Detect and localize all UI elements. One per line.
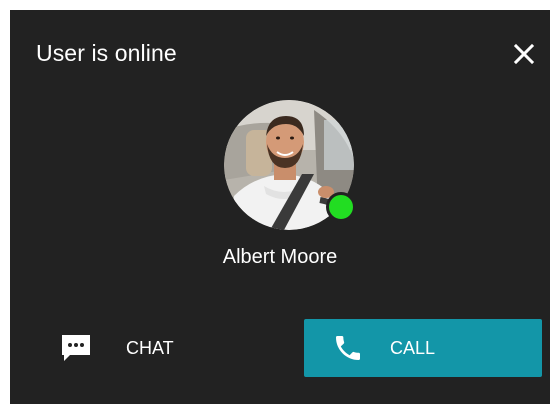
close-icon xyxy=(513,43,535,65)
user-online-dialog: User is online Albert Moore CHAT CALL xyxy=(10,10,550,404)
close-button[interactable] xyxy=(512,42,536,66)
online-status-indicator xyxy=(326,192,356,222)
dialog-title: User is online xyxy=(36,40,177,66)
call-button-label: CALL xyxy=(390,337,436,358)
chat-button[interactable]: CHAT xyxy=(56,318,256,378)
call-button[interactable]: CALL xyxy=(304,319,542,377)
avatar-container xyxy=(224,100,356,230)
phone-icon xyxy=(328,328,368,368)
user-name: Albert Moore xyxy=(222,246,338,268)
chat-bubble-icon xyxy=(56,328,96,368)
chat-button-label: CHAT xyxy=(126,337,174,358)
